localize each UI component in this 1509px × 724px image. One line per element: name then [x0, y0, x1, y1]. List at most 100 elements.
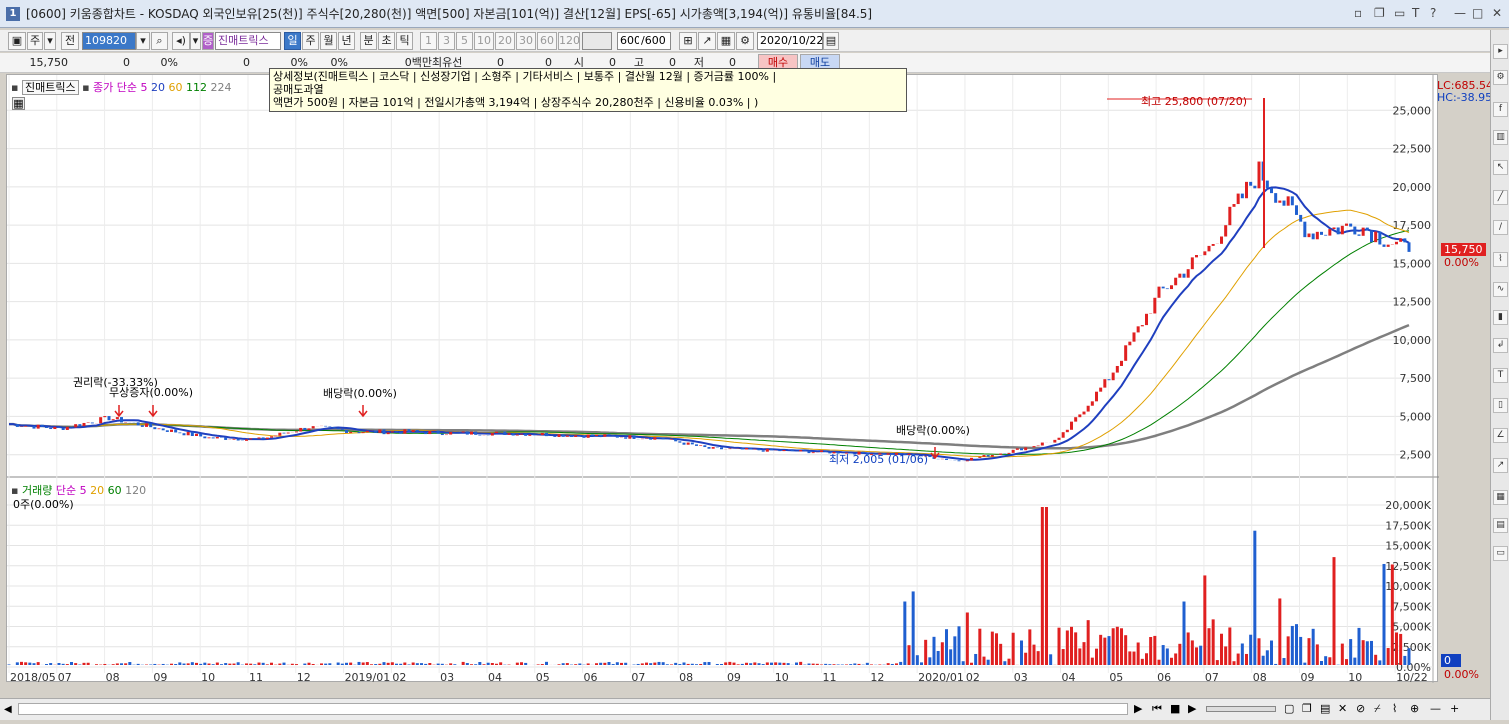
x-tick-label: 12 [297, 671, 311, 683]
volume-value: 0 [243, 56, 250, 69]
volume-bar [1140, 658, 1144, 665]
restore-pane-icon[interactable]: ❐ [1374, 6, 1385, 20]
line-icon[interactable]: ∕ [1493, 220, 1508, 235]
volume-bar [1340, 643, 1344, 665]
interval-1[interactable]: 1 [420, 32, 437, 50]
chart-type-icon[interactable]: ▥ [1493, 130, 1508, 145]
indicator-icon[interactable]: ⊞ [679, 32, 697, 50]
scroll-right-icon[interactable]: ▶ [1134, 702, 1142, 715]
volume-bar [1070, 626, 1073, 665]
auto-icon[interactable]: ↗ [1493, 458, 1508, 473]
volume-bar [1249, 634, 1253, 665]
tab-day[interactable]: 일 [284, 32, 301, 50]
arrow-icon[interactable]: ↲ [1493, 338, 1508, 353]
maximize-icon[interactable]: □ [1472, 6, 1483, 20]
period-week-button[interactable]: 주 [27, 32, 43, 50]
tab-month[interactable]: 월 [320, 32, 337, 50]
wave-icon[interactable]: ∿ [1493, 282, 1508, 297]
stop-icon[interactable]: ■ [1170, 702, 1180, 715]
interval-3[interactable]: 3 [438, 32, 455, 50]
draw-tool-icon[interactable]: ↗ [698, 32, 716, 50]
gear-icon[interactable]: ⚙ [736, 32, 754, 50]
interval-20[interactable]: 20 [495, 32, 515, 50]
volume-bar [1028, 629, 1032, 665]
zoom-tool-icon-2[interactable]: ❐ [1302, 702, 1312, 715]
volume-bar [495, 663, 498, 665]
minimize-icon[interactable]: — [1454, 6, 1466, 20]
count-input[interactable]: 600 [617, 32, 641, 50]
scroll-left-icon[interactable]: ◀ [4, 704, 12, 715]
volume-bar [1386, 648, 1390, 665]
interval-120[interactable]: 120 [558, 32, 580, 50]
period-dropdown-icon[interactable]: ▾ [44, 32, 56, 50]
interval-60[interactable]: 60 [537, 32, 557, 50]
volume-bar [1290, 625, 1294, 665]
help-icon[interactable]: ? [1430, 6, 1436, 20]
tab-week[interactable]: 주 [302, 32, 319, 50]
zoom-out-icon[interactable]: — [1430, 702, 1441, 715]
grid-icon[interactable]: ▦ [1493, 490, 1508, 505]
price-legend: ▪ 진매트릭스 ▪ 종가 단순 5 20 60 112 224 [11, 80, 232, 95]
layout-icon[interactable]: ▣ [8, 32, 26, 50]
zoom-tool-icon-4[interactable]: ✕ [1338, 702, 1347, 715]
sound-icon[interactable]: ◂) [172, 32, 190, 50]
panel-stock-name[interactable]: 진매트릭스 [21, 80, 79, 95]
text-icon[interactable]: T [1493, 368, 1508, 383]
formula-icon[interactable]: f [1493, 102, 1508, 117]
cursor-icon[interactable]: ↖ [1493, 160, 1508, 175]
ruler-icon[interactable]: ▯ [1493, 398, 1508, 413]
settings-icon[interactable]: ⚙ [1493, 70, 1508, 85]
volume-bar [565, 663, 569, 665]
stock-name-field[interactable]: 진매트릭스 [215, 32, 281, 50]
auto-line-icon[interactable]: ⌇ [1493, 252, 1508, 267]
zoom-in-icon[interactable]: + [1450, 702, 1459, 715]
tab-second[interactable]: 초 [378, 32, 395, 50]
window-menu-icon[interactable]: ▫ [1354, 6, 1362, 20]
chart-area[interactable]: 25,000 22,500 20,000 17,500 15,000 12,500 10,0… [6, 74, 1493, 684]
zoom-tool-icon-8[interactable]: ⊕ [1410, 702, 1419, 715]
candle-icon[interactable]: ▮ [1493, 310, 1508, 325]
interval-30[interactable]: 30 [516, 32, 536, 50]
pin-icon[interactable]: T [1412, 6, 1419, 20]
close-icon[interactable]: ✕ [1492, 6, 1502, 20]
volume-bar [1282, 658, 1286, 665]
tab-minute[interactable]: 분 [360, 32, 377, 50]
tool-icon-a[interactable]: ▤ [1493, 518, 1508, 533]
volume-bar [474, 664, 478, 665]
zoom-tool-icon-5[interactable]: ⊘ [1356, 702, 1365, 715]
sound-dropdown-icon[interactable]: ▾ [190, 32, 201, 50]
table-icon[interactable]: ▦ [12, 97, 25, 110]
tab-tick[interactable]: 틱 [396, 32, 413, 50]
volume-bar [1082, 642, 1086, 665]
play-icon[interactable]: ▶ [1188, 702, 1196, 715]
calendar-icon[interactable]: ▤ [823, 32, 839, 50]
volume-bar [1224, 646, 1228, 665]
volume-bar [395, 663, 398, 665]
trend-line-icon[interactable]: ╱ [1493, 190, 1508, 205]
zoom-tool-icon-6[interactable]: ⌿ [1374, 702, 1381, 716]
rewind-icon[interactable]: ⏮ [1152, 702, 1162, 716]
interval-5[interactable]: 5 [456, 32, 473, 50]
zoom-tool-icon-3[interactable]: ▤ [1320, 702, 1330, 715]
interval-10[interactable]: 10 [474, 32, 494, 50]
price-tick-label: 5,000 [1400, 410, 1432, 423]
prev-button[interactable]: 전 [61, 32, 79, 50]
volume-bar [1315, 644, 1319, 665]
speed-slider[interactable] [1206, 706, 1276, 712]
collapse-icon[interactable]: ▸ [1493, 44, 1508, 59]
save-icon[interactable]: ▦ [717, 32, 735, 50]
tab-year[interactable]: 년 [338, 32, 355, 50]
interval-input[interactable] [582, 32, 612, 50]
volume-bar [1353, 657, 1357, 665]
horizontal-scrollbar[interactable] [18, 703, 1128, 715]
date-input[interactable]: 2020/10/22 [757, 32, 823, 50]
code-dropdown-icon[interactable]: ▾ [136, 32, 150, 50]
stock-code-input[interactable]: 109820 [82, 32, 136, 50]
angle-icon[interactable]: ∠ [1493, 428, 1508, 443]
zoom-tool-icon-7[interactable]: ⌇ [1392, 702, 1397, 715]
search-icon[interactable]: ⌕ [151, 32, 168, 50]
dock-icon[interactable]: ▭ [1394, 6, 1405, 20]
volume-bar [215, 662, 219, 665]
tool-icon-b[interactable]: ▭ [1493, 546, 1508, 561]
zoom-tool-icon-1[interactable]: ▢ [1284, 702, 1294, 715]
